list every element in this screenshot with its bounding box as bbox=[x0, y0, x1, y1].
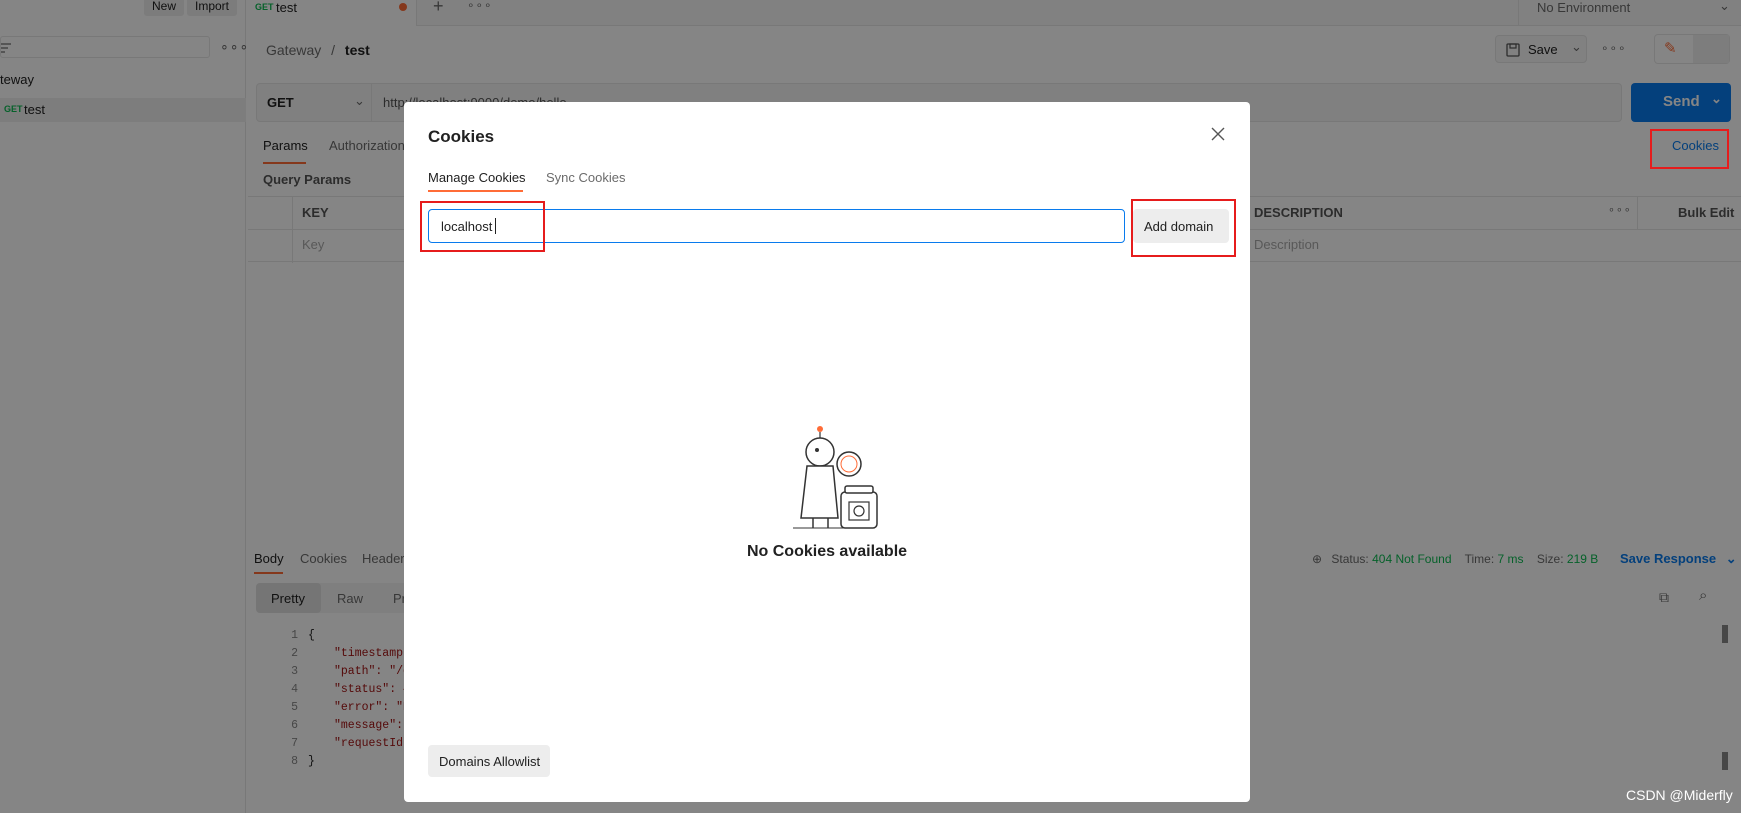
annotation-box-cookies bbox=[1650, 129, 1729, 169]
tab-manage-label: Manage Cookies bbox=[428, 170, 526, 185]
cookies-modal: Cookies Manage Cookies Sync Cookies loca… bbox=[404, 102, 1250, 802]
close-icon[interactable] bbox=[1211, 127, 1225, 141]
annotation-box-add-domain bbox=[1131, 199, 1236, 257]
annotation-box-domain bbox=[420, 201, 545, 252]
postman-app: New Import ∘∘∘ teway GET test GET test +… bbox=[0, 0, 1741, 813]
modal-tab-indicator bbox=[428, 190, 523, 192]
modal-title: Cookies bbox=[428, 127, 495, 146]
tab-sync-cookies[interactable]: Sync Cookies bbox=[546, 170, 625, 185]
empty-state-text: No Cookies available bbox=[746, 543, 908, 560]
domains-allowlist-label: Domains Allowlist bbox=[439, 754, 541, 769]
tab-manage-cookies[interactable]: Manage Cookies bbox=[428, 170, 526, 192]
domains-allowlist-button[interactable]: Domains Allowlist bbox=[428, 745, 550, 777]
watermark: CSDN @Miderfly bbox=[1626, 787, 1733, 803]
empty-state-illustration-icon bbox=[793, 426, 878, 529]
